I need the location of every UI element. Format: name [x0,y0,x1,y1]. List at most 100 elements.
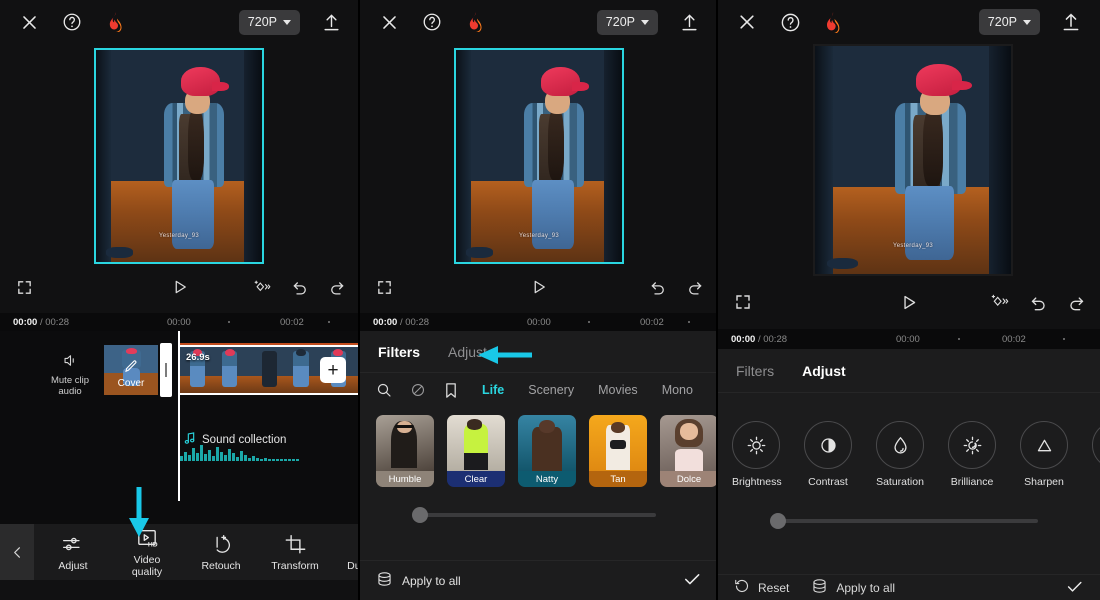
apply-to-all-button[interactable]: Apply to all [376,571,461,590]
category-life[interactable]: Life [482,383,504,397]
edit-pen-icon [124,359,139,379]
help-icon[interactable] [775,7,805,37]
adjust-action-row: Reset Apply to all [718,574,1100,600]
filter-intensity-slider[interactable] [412,507,656,523]
adjust-sheet: Filters Adjust Brightness Contrast Satur… [718,349,1100,600]
adjustment-list: Brightness Contrast Saturation Brillianc… [718,421,1100,488]
toolbar-back-button[interactable] [0,524,34,580]
resolution-selector[interactable]: 720P [238,9,300,35]
fullscreen-icon[interactable] [376,279,393,296]
keyframe-icon[interactable] [253,278,272,297]
annotation-arrow-adjust [478,345,535,370]
tool-label: Adjust [58,560,88,572]
filter-card-humble[interactable]: Humble [376,415,434,487]
redo-icon[interactable] [328,278,346,296]
export-upload-icon[interactable] [1056,7,1086,37]
playhead[interactable] [178,331,180,501]
screenshot-stage: 720P Yesterday_93 00:00 / 00:28 00:00 00… [0,0,1100,600]
resolution-label: 720P [247,15,277,29]
close-icon[interactable] [14,7,44,37]
flame-icon[interactable] [818,7,848,37]
none-filter-icon[interactable] [410,382,426,398]
timeline[interactable]: Mute clip audio Cover 26.9s + Sound coll… [0,331,360,525]
mute-clip-audio-button[interactable]: Mute clip audio [40,353,100,397]
chevron-down-icon [641,19,649,25]
resolution-selector[interactable]: 720P [596,9,658,35]
editor-panel-2: 720P Yesterday_93 00:00 / 00:28 00:00 00… [360,0,718,600]
timeline-ruler[interactable]: 00:00 / 00:28 00:00 00:02 [0,313,360,331]
undo-icon[interactable] [649,278,667,296]
resolution-label: 720P [605,15,635,29]
filter-name: Natty [518,471,576,487]
chevron-down-icon [1023,19,1031,25]
adjust-intensity-slider[interactable] [770,513,1038,529]
play-icon[interactable] [171,278,189,296]
category-mono[interactable]: Mono [662,383,693,397]
tab-adjust[interactable]: Adjust [802,363,846,379]
video-watermark: Yesterday_93 [892,242,934,249]
close-icon[interactable] [732,7,762,37]
fullscreen-icon[interactable] [16,279,33,296]
flame-icon[interactable] [460,7,490,37]
tool-transform[interactable]: Transform [268,532,322,572]
layers-stack-icon [376,571,393,590]
close-icon[interactable] [374,7,404,37]
ruler-tick-0: 00:00 [167,316,191,328]
add-clip-button[interactable]: + [320,357,346,383]
export-upload-icon[interactable] [674,7,704,37]
video-frame[interactable]: Yesterday_93 [813,44,1013,276]
undo-icon[interactable] [291,278,309,296]
video-frame[interactable]: Yesterday_93 [94,48,264,264]
bookmark-icon[interactable] [444,382,458,399]
adjust-sharpen[interactable]: Sharpen [1020,421,1068,488]
adjust-brilliance[interactable]: Brilliance [948,421,996,488]
play-icon[interactable] [900,293,919,312]
cover-thumbnail[interactable]: Cover [104,345,158,395]
adjust-label: Sharpen [1024,476,1064,488]
play-icon[interactable] [530,278,548,296]
timeline-ruler[interactable]: 00:00 / 00:28 00:00 00:02 [360,313,718,331]
filter-card-natty[interactable]: Natty [518,415,576,487]
sharpen-triangle-icon [1020,421,1068,469]
tool-adjust[interactable]: Adjust [46,532,100,572]
tab-filters[interactable]: Filters [736,363,774,379]
adjust-saturation[interactable]: Saturation [876,421,924,488]
filter-card-tan[interactable]: Tan [589,415,647,487]
flame-icon[interactable] [100,7,130,37]
clip-trim-handle-left[interactable] [160,343,172,397]
confirm-check-icon[interactable] [1065,577,1084,599]
category-movies[interactable]: Movies [598,383,638,397]
help-icon[interactable] [57,7,87,37]
apply-to-all-button[interactable]: Apply to all [811,578,895,597]
category-scenery[interactable]: Scenery [528,383,574,397]
timeline-ruler[interactable]: 00:00 / 00:28 00:00 00:02 [718,329,1100,349]
fullscreen-icon[interactable] [734,293,752,311]
video-frame[interactable]: Yesterday_93 [454,48,624,264]
tab-filters[interactable]: Filters [378,344,420,360]
keyframe-icon[interactable] [990,292,1010,312]
ruler-dot [958,338,960,340]
filter-card-dolce[interactable]: Dolce [660,415,718,487]
adjust-overflow-next[interactable] [1092,421,1100,488]
help-icon[interactable] [417,7,447,37]
adjust-brightness[interactable]: Brightness [732,421,782,488]
slider-knob[interactable] [412,507,428,523]
reset-button[interactable]: Reset [734,578,789,597]
redo-icon[interactable] [1067,293,1086,312]
filter-card-clear[interactable]: Clear [447,415,505,487]
confirm-check-icon[interactable] [682,569,702,592]
current-time: 00:00 [373,316,398,328]
resolution-selector[interactable]: 720P [978,9,1040,35]
search-icon[interactable] [376,382,392,398]
adjust-label: Contrast [808,476,848,488]
slider-knob[interactable] [770,513,786,529]
filter-name: Clear [447,471,505,487]
export-upload-icon[interactable] [316,7,346,37]
undo-icon[interactable] [1029,293,1048,312]
adjust-contrast[interactable]: Contrast [804,421,852,488]
redo-icon[interactable] [686,278,704,296]
annotation-arrow-video-quality [126,484,152,544]
sheet-tab-bar: Filters Adjust [360,331,718,373]
tool-retouch[interactable]: Retouch [194,532,248,572]
brilliance-icon [948,421,996,469]
